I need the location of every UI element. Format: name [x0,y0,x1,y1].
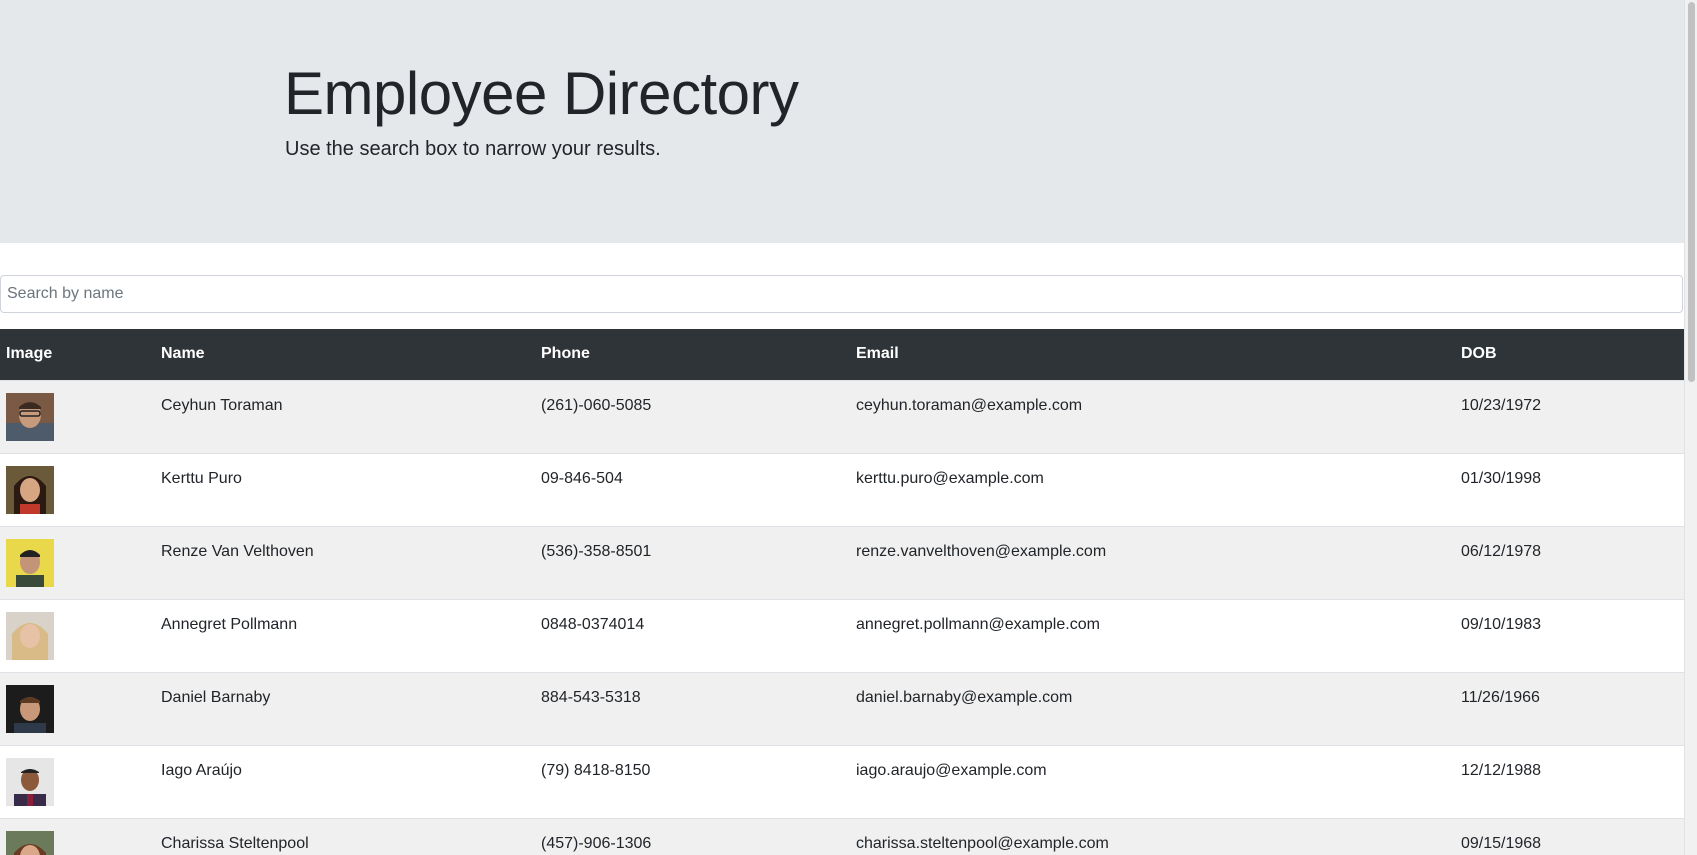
phone-cell: 884-543-5318 [541,688,641,706]
jumbotron-header: Employee Directory Use the search box to… [0,0,1684,243]
name-cell: Annegret Pollmann [161,615,298,633]
employee-table-container: Image Name Phone Email DOB Ceyhun Torama… [0,329,1684,855]
employee-avatar [6,465,54,514]
column-header-name[interactable]: Name [155,329,535,380]
scrollbar-thumb[interactable] [1688,2,1695,382]
employee-avatar [6,830,54,855]
table-header: Image Name Phone Email DOB [0,329,1684,380]
image-cell [0,380,155,453]
dob-cell: 06/12/1978 [1461,542,1542,560]
table-row: Daniel Barnaby 884-543-5318 daniel.barna… [0,672,1684,745]
phone-cell: 09-846-504 [541,469,623,487]
employee-table: Image Name Phone Email DOB Ceyhun Torama… [0,329,1684,855]
image-cell [0,599,155,672]
dob-cell: 11/26/1966 [1461,688,1540,706]
image-cell [0,672,155,745]
page-subtitle: Use the search box to narrow your result… [285,138,661,160]
browser-viewport: Employee Directory Use the search box to… [0,0,1697,855]
phone-cell: (79) 8418-8150 [541,761,651,779]
table-row: Renze Van Velthoven (536)-358-8501 renze… [0,526,1684,599]
email-cell: ceyhun.toraman@example.com [856,396,1083,414]
image-cell [0,453,155,526]
email-cell: kerttu.puro@example.com [856,469,1044,487]
search-input[interactable] [0,275,1683,313]
dob-cell: 01/30/1998 [1461,469,1542,487]
employee-avatar [6,757,54,806]
table-row: Iago Araújo (79) 8418-8150 iago.araujo@e… [0,745,1684,818]
name-cell: Charissa Steltenpool [161,834,309,852]
phone-cell: (261)-060-5085 [541,396,652,414]
image-cell [0,526,155,599]
dob-cell: 09/10/1983 [1461,615,1542,633]
vertical-scrollbar[interactable] [1684,0,1697,855]
phone-cell: (457)-906-1306 [541,834,652,852]
email-cell: daniel.barnaby@example.com [856,688,1073,706]
column-header-phone[interactable]: Phone [535,329,850,380]
email-cell: annegret.pollmann@example.com [856,615,1100,633]
table-row: Annegret Pollmann 0848-0374014 annegret.… [0,599,1684,672]
name-cell: Daniel Barnaby [161,688,271,706]
page: Employee Directory Use the search box to… [0,0,1684,855]
image-cell [0,745,155,818]
column-header-dob[interactable]: DOB [1455,329,1684,380]
image-cell [0,818,155,855]
column-header-image[interactable]: Image [0,329,155,380]
table-row: Charissa Steltenpool (457)-906-1306 char… [0,818,1684,855]
employee-avatar [6,611,54,660]
table-row: Kerttu Puro 09-846-504 kerttu.puro@examp… [0,453,1684,526]
email-cell: charissa.steltenpool@example.com [856,834,1109,852]
name-cell: Renze Van Velthoven [161,542,314,560]
email-cell: renze.vanvelthoven@example.com [856,542,1107,560]
phone-cell: 0848-0374014 [541,615,645,633]
name-cell: Iago Araújo [161,761,242,779]
jumbotron-content: Employee Directory Use the search box to… [284,58,799,163]
employee-avatar [6,684,54,733]
table-header-row: Image Name Phone Email DOB [0,329,1684,380]
employee-avatar [6,538,54,587]
dob-cell: 12/12/1988 [1461,761,1542,779]
table-row: Ceyhun Toraman (261)-060-5085 ceyhun.tor… [0,380,1684,453]
dob-cell: 10/23/1972 [1461,396,1542,414]
employee-avatar [6,392,54,441]
email-cell: iago.araujo@example.com [856,761,1047,779]
name-cell: Kerttu Puro [161,469,242,487]
phone-cell: (536)-358-8501 [541,542,652,560]
table-body: Ceyhun Toraman (261)-060-5085 ceyhun.tor… [0,380,1684,855]
dob-cell: 09/15/1968 [1461,834,1542,852]
search-container [0,275,1684,313]
page-title: Employee Directory [284,60,799,127]
name-cell: Ceyhun Toraman [161,396,283,414]
column-header-email[interactable]: Email [850,329,1455,380]
